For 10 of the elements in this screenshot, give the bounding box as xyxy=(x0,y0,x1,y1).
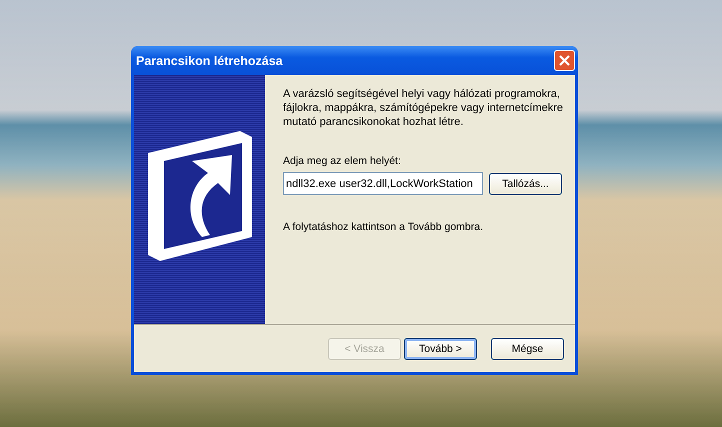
browse-button[interactable]: Tallózás... xyxy=(489,172,562,194)
cancel-button[interactable]: Mégse xyxy=(491,338,564,360)
intro-text: A varázsló segítségével helyi vagy hálózati programokra, fájlokra, mappákra, számítógépekre vagy internetcímekre mutató parancsikonokat hozhat létre. xyxy=(283,87,564,129)
next-button[interactable]: Tovább > xyxy=(404,338,477,360)
location-label: Adja meg az elem helyét: xyxy=(283,155,402,167)
close-button[interactable] xyxy=(554,50,575,71)
close-icon xyxy=(558,54,571,67)
location-field[interactable]: ndll32.exe user32.dll,LockWorkStation xyxy=(283,172,483,195)
hint-text: A folytatáshoz kattintson a Tovább gombra. xyxy=(283,221,484,233)
window-title: Parancsikon létrehozása xyxy=(136,54,283,68)
